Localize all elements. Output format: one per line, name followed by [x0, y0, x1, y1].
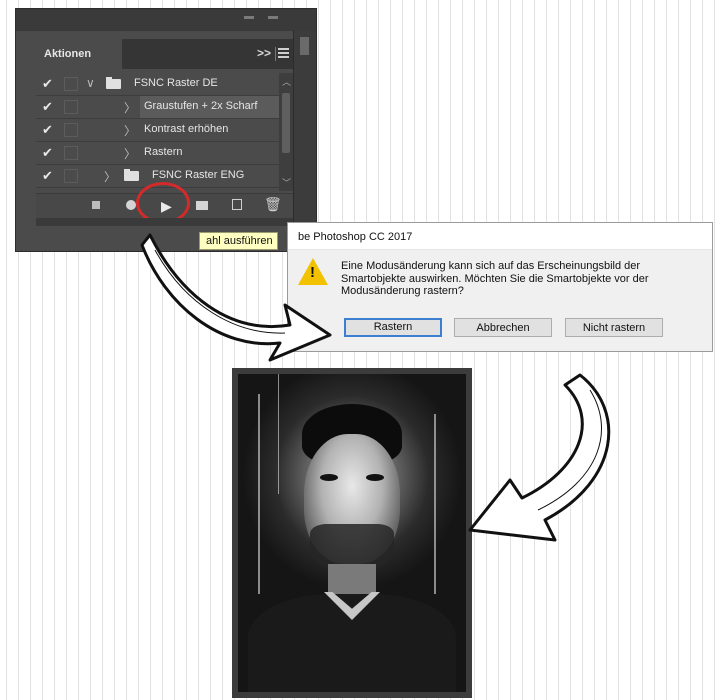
action-set-label: FSNC Raster ENG	[152, 169, 245, 181]
photoshop-dialog: be Photoshop CC 2017 ! Eine Modusänderun…	[287, 222, 713, 352]
collapse-control[interactable]	[244, 16, 254, 19]
eye	[320, 474, 338, 481]
panel-top-bar	[16, 9, 316, 31]
chevron-right-icon[interactable]: 〉	[104, 168, 116, 185]
chevron-right-icon[interactable]: 〉	[124, 99, 136, 116]
action-row[interactable]: ✔ 〉 Kontrast erhöhen	[36, 119, 293, 142]
stop-icon[interactable]	[92, 201, 100, 209]
record-icon[interactable]	[126, 200, 136, 210]
scroll-thumb[interactable]	[282, 93, 290, 153]
curved-arrow-icon	[468, 373, 611, 542]
background-streak	[278, 374, 279, 494]
chevron-right-icon[interactable]: 〉	[124, 145, 136, 162]
actions-list: ✔ ∨ FSNC Raster DE ✔ 〉 Graustufen + 2x S…	[36, 73, 293, 191]
dialog-toggle-box[interactable]	[64, 123, 78, 137]
dock-button[interactable]	[300, 37, 309, 55]
portrait-image	[232, 368, 472, 698]
background-streak	[434, 414, 436, 594]
action-set-row[interactable]: ✔ ∨ FSNC Raster DE	[36, 73, 293, 96]
shirt	[248, 594, 456, 692]
dialog-body: ! Eine Modusänderung kann sich auf das E…	[288, 250, 712, 351]
portrait-photo	[238, 374, 466, 692]
dialog-titlebar: be Photoshop CC 2017	[288, 223, 712, 250]
tab-aktionen[interactable]: Aktionen	[36, 39, 122, 69]
chevron-down-icon[interactable]: ∨	[86, 76, 95, 90]
dialog-toggle-box[interactable]	[64, 100, 78, 114]
panel-menu-icon[interactable]	[278, 48, 289, 60]
check-icon[interactable]: ✔	[42, 168, 53, 184]
rastern-button[interactable]: Rastern	[344, 318, 442, 337]
panel-right-dock	[293, 31, 316, 251]
action-label: Kontrast erhöhen	[144, 123, 229, 135]
trash-icon[interactable]: 🗑	[264, 196, 282, 213]
dialog-toggle-box[interactable]	[64, 77, 78, 91]
dialog-message: Eine Modusänderung kann sich auf das Ers…	[341, 260, 649, 297]
check-icon[interactable]: ✔	[42, 99, 53, 115]
eye	[366, 474, 384, 481]
scroll-down-icon[interactable]: ﹀	[282, 176, 291, 189]
nicht-rastern-button[interactable]: Nicht rastern	[565, 318, 663, 337]
scroll-up-icon[interactable]: ︿	[282, 75, 291, 88]
divider	[275, 47, 276, 61]
folder-icon[interactable]	[196, 201, 208, 210]
folder-icon	[124, 169, 139, 181]
new-action-icon[interactable]	[232, 199, 242, 210]
check-icon[interactable]: ✔	[42, 122, 53, 138]
check-icon[interactable]: ✔	[42, 145, 53, 161]
actions-panel-window: Aktionen >> ✔ ∨ FSNC Raster DE ✔ 〉 Graus…	[15, 8, 317, 252]
action-set-label: FSNC Raster DE	[134, 77, 218, 89]
dialog-toggle-box[interactable]	[64, 146, 78, 160]
panel-tab-row: Aktionen >>	[36, 39, 293, 69]
action-label: Rastern	[144, 146, 183, 158]
abbrechen-button[interactable]: Abbrechen	[454, 318, 552, 337]
background-streak	[258, 394, 260, 594]
action-label: Graustufen + 2x Scharf	[144, 100, 258, 112]
action-row[interactable]: ✔ 〉 Rastern	[36, 142, 293, 165]
actions-scrollbar[interactable]: ︿ ﹀	[279, 73, 293, 191]
action-row[interactable]: ✔ 〉 Graustufen + 2x Scharf	[36, 96, 293, 119]
chevron-right-icon[interactable]: 〉	[124, 122, 136, 139]
dialog-toggle-box[interactable]	[64, 169, 78, 183]
curved-arrow-icon	[140, 233, 332, 362]
expand-panel-icon[interactable]: >>	[257, 46, 271, 60]
folder-icon	[106, 77, 121, 89]
collapse-control[interactable]	[268, 16, 278, 19]
check-icon[interactable]: ✔	[42, 76, 53, 92]
